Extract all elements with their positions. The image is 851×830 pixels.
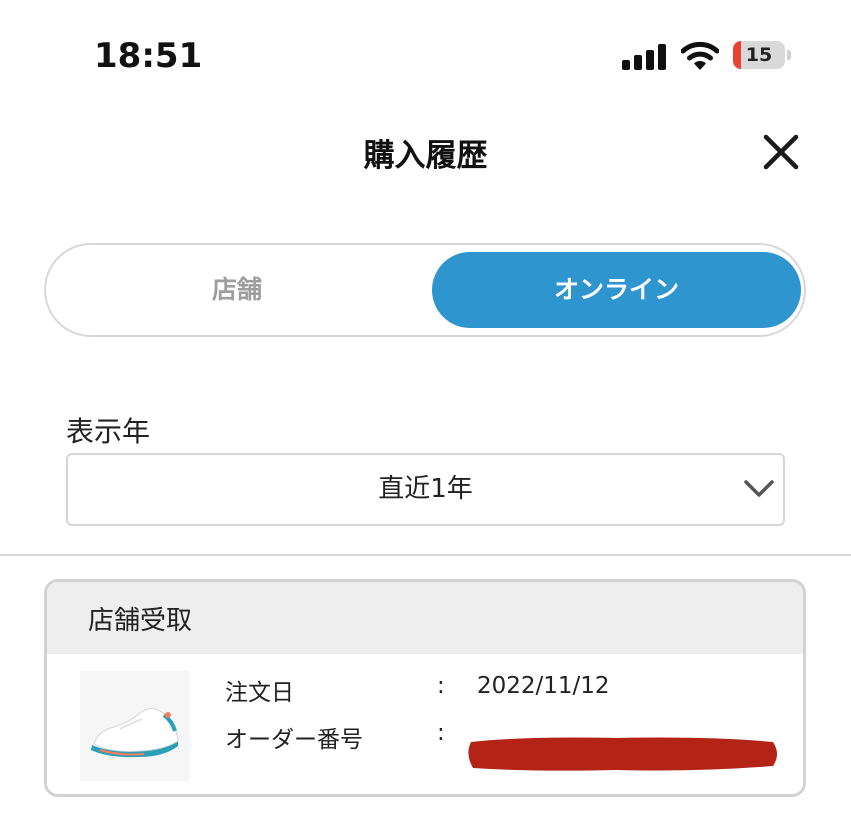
order-number-label: オーダー番号	[225, 727, 363, 753]
order-date-label: 注文日	[225, 680, 294, 706]
battery-level-text: 15	[745, 44, 773, 66]
order-type-label: 店舗受取	[88, 606, 193, 636]
year-filter-value: 直近1年	[378, 474, 473, 504]
tab-store[interactable]: 店舗	[46, 245, 428, 335]
order-date-separator: :	[437, 673, 445, 699]
page-title: 購入履歴	[363, 138, 488, 174]
chevron-down-icon	[744, 480, 774, 497]
status-bar: 18:51 15	[0, 0, 851, 100]
status-time: 18:51	[94, 36, 203, 76]
order-card-header: 店舗受取	[47, 582, 803, 654]
tab-online[interactable]: オンライン	[432, 252, 801, 328]
year-filter-label: 表示年	[66, 415, 151, 448]
year-filter-select[interactable]: 直近1年	[66, 453, 785, 526]
wifi-icon	[681, 41, 719, 70]
order-card[interactable]: 店舗受取 注文日 : 2022/11/12 オーダー番号 :	[44, 579, 806, 797]
order-card-body: 注文日 : 2022/11/12 オーダー番号 :	[47, 654, 803, 794]
sneaker-image	[80, 671, 190, 781]
close-icon[interactable]	[760, 131, 802, 173]
order-date-value: 2022/11/12	[477, 673, 610, 699]
redacted-order-number	[468, 737, 777, 771]
purchase-channel-toggle: 店舗 オンライン	[44, 243, 806, 337]
section-divider	[0, 554, 851, 556]
order-number-separator: :	[437, 720, 445, 746]
signal-icon	[622, 44, 666, 70]
battery-icon: 15	[733, 41, 791, 71]
